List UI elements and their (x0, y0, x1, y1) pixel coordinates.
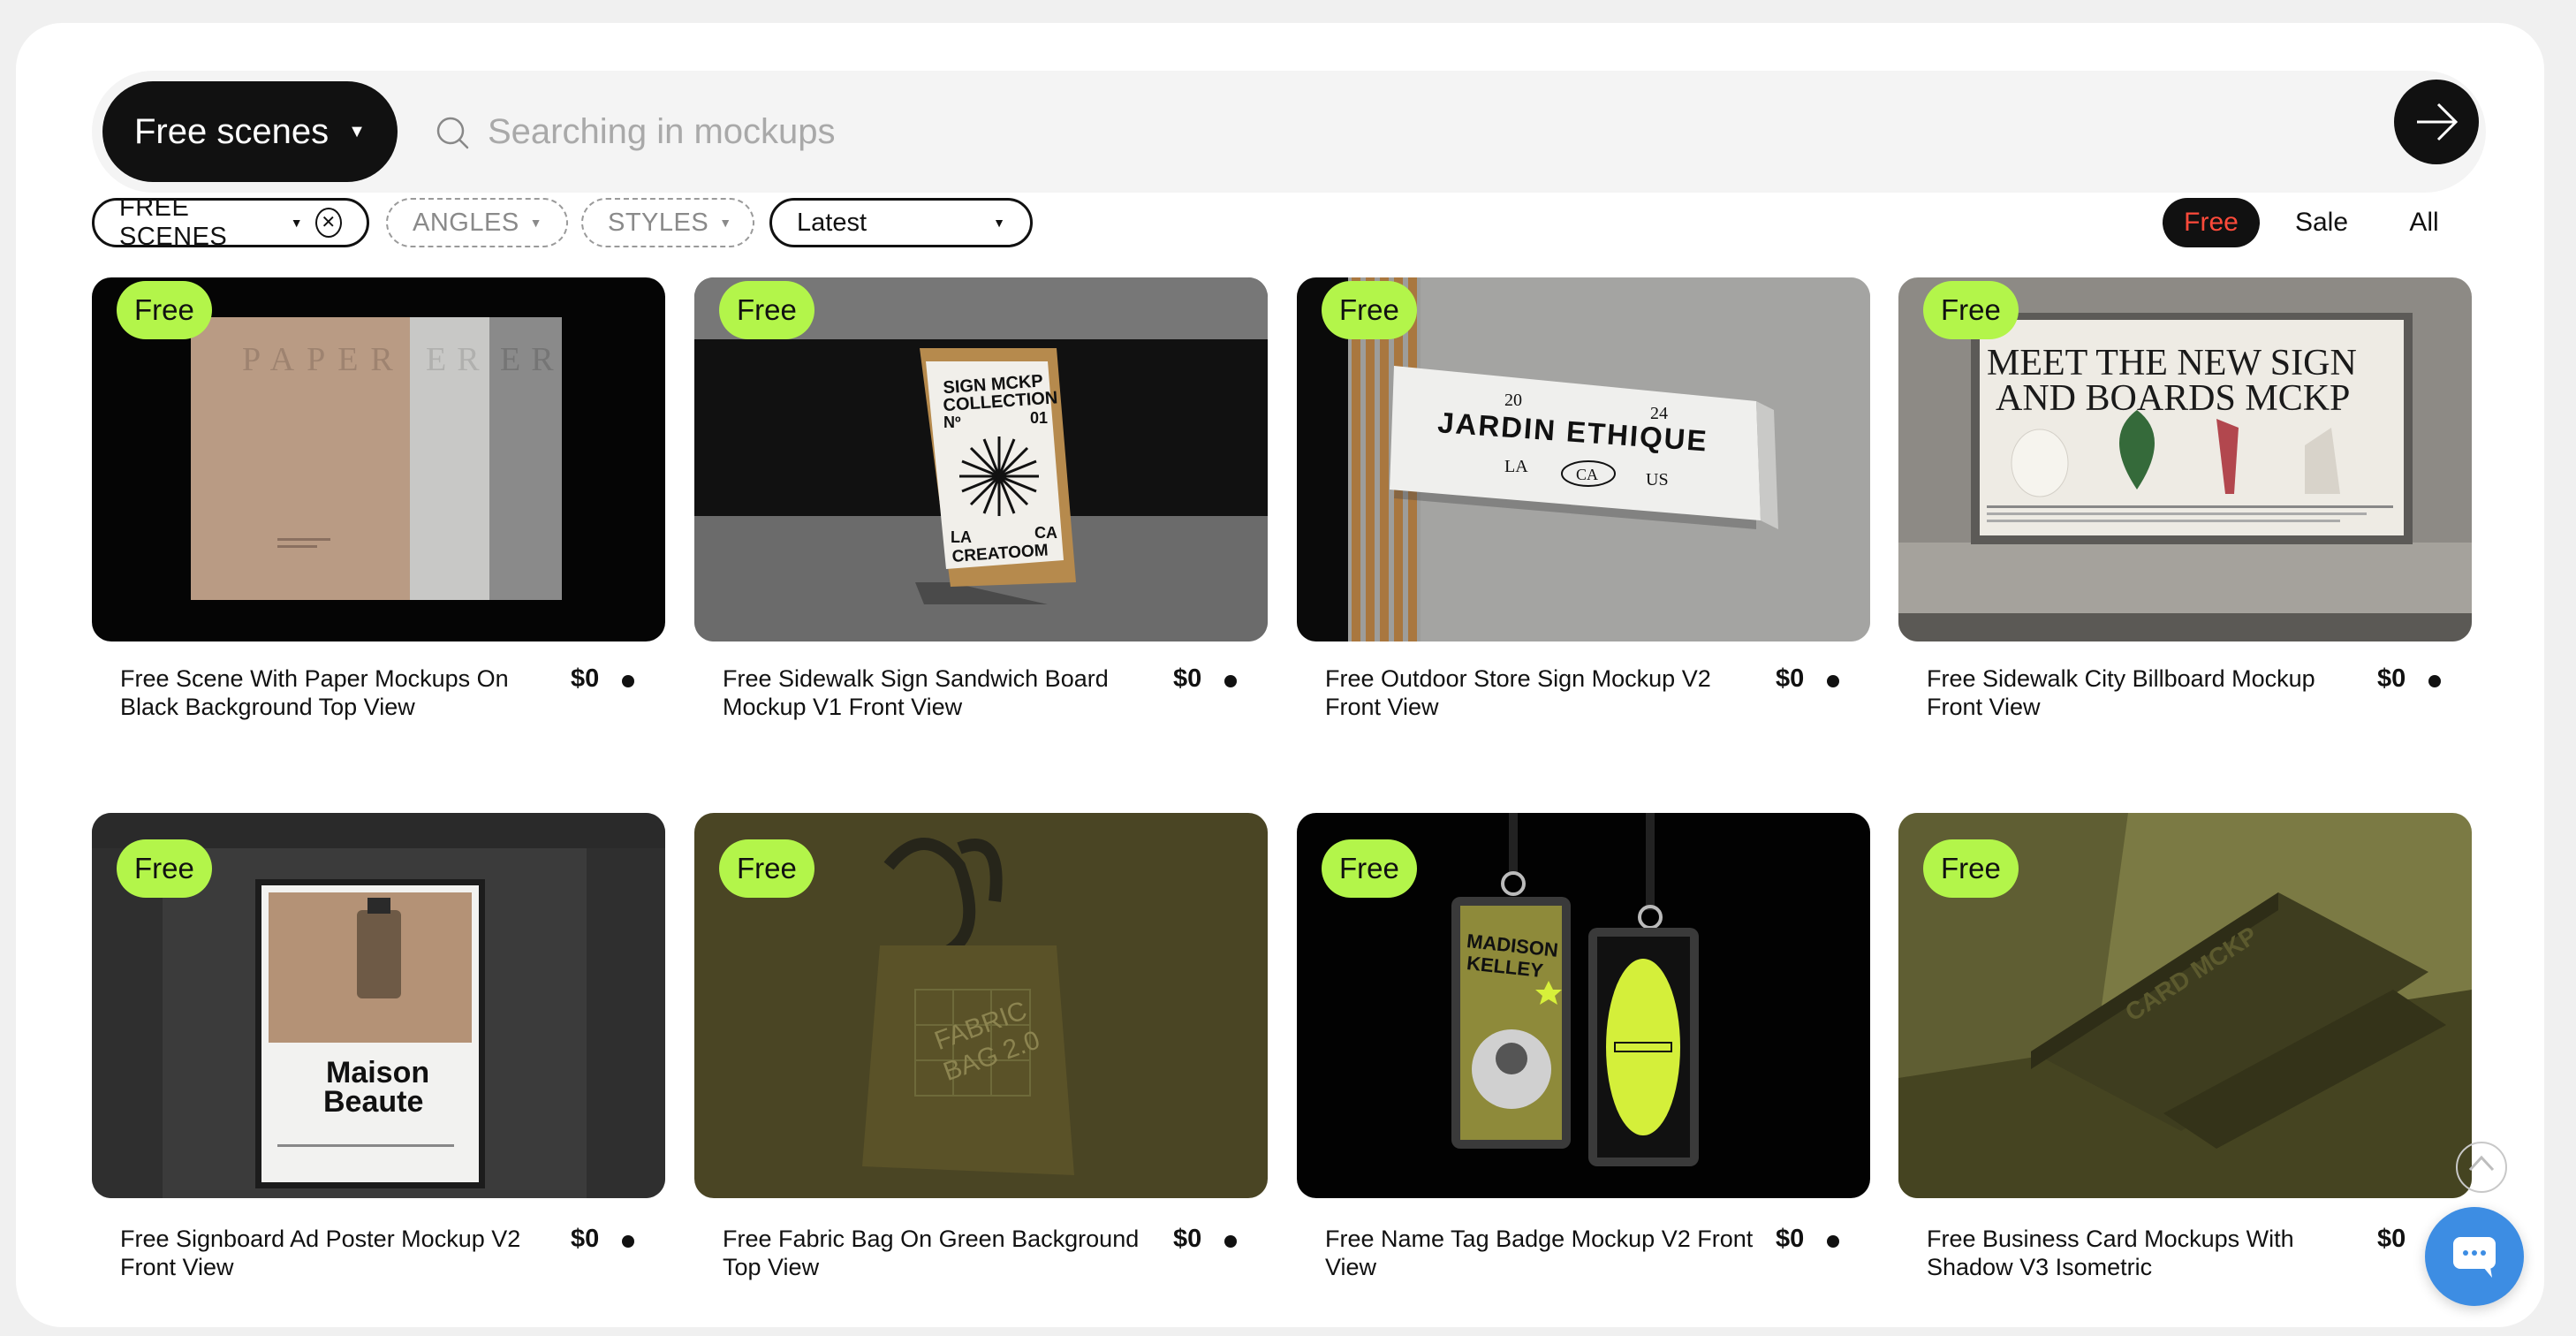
tab-sale-label: Sale (2294, 208, 2349, 237)
styles-filter-label: STYLES (608, 208, 709, 237)
styles-filter[interactable]: STYLES ▼ (581, 198, 754, 247)
tab-all-label: All (2409, 208, 2439, 237)
product-card[interactable]: FABRIC BAG 2.0 Free Free Fabric Bag On G… (694, 813, 1268, 1308)
caret-down-icon: ▼ (529, 216, 543, 230)
product-price: $0 (571, 664, 600, 693)
caret-down-icon: ▼ (290, 216, 304, 230)
clear-filter-icon[interactable]: ✕ (315, 208, 342, 238)
angles-filter[interactable]: ANGLES ▼ (386, 198, 568, 247)
angles-filter-label: ANGLES (413, 208, 519, 237)
product-title[interactable]: Free Business Card Mockups With Shadow V… (1927, 1225, 2360, 1281)
sign-text: CA (1576, 466, 1598, 483)
free-badge: Free (719, 839, 814, 898)
product-card[interactable]: Maison Beaute Free Free Signboard Ad Pos… (92, 813, 665, 1308)
paper-text: PAPER (242, 341, 405, 378)
product-thumbnail[interactable]: MADISON KELLEY Free (1297, 813, 1870, 1198)
tab-all[interactable]: All (2390, 198, 2458, 247)
search-submit-button[interactable] (2394, 80, 2479, 164)
product-thumbnail[interactable]: Maison Beaute Free (92, 813, 665, 1198)
sort-value: Latest (797, 208, 867, 237)
product-card[interactable]: CARD MCKP Free Free Business Card Mockup… (1898, 813, 2472, 1308)
chat-button[interactable] (2425, 1207, 2524, 1306)
scope-dropdown-button[interactable]: Free scenes ▼ (102, 81, 398, 182)
product-thumbnail[interactable]: CARD MCKP Free (1898, 813, 2472, 1198)
tab-free-label: Free (2184, 208, 2239, 237)
free-badge: Free (1322, 839, 1417, 898)
product-thumbnail[interactable]: FABRIC BAG 2.0 Free (694, 813, 1268, 1198)
product-thumbnail[interactable]: MEET THE NEW SIGN AND BOARDS MCKP Free (1898, 277, 2472, 641)
billboard-text: AND BOARDS MCKP (1996, 378, 2350, 419)
paper-text: ER (426, 341, 490, 378)
scroll-to-top-icon[interactable] (2454, 1140, 2509, 1195)
chat-bubble-icon (2453, 1237, 2496, 1278)
caret-down-icon: ▼ (348, 121, 366, 141)
product-price: $0 (1173, 664, 1202, 693)
product-title[interactable]: Free Name Tag Badge Mockup V2 Front View (1325, 1225, 1758, 1281)
product-title[interactable]: Free Sidewalk Sign Sandwich Board Mockup… (723, 664, 1155, 721)
free-badge: Free (117, 839, 212, 898)
product-thumbnail[interactable]: PAPER ER ER Free (92, 277, 665, 641)
sign-text: US (1646, 470, 1669, 490)
tab-free[interactable]: Free (2163, 198, 2260, 247)
product-card[interactable]: MEET THE NEW SIGN AND BOARDS MCKP Free F… (1898, 277, 2472, 737)
sign-text: Nº (943, 414, 961, 431)
status-dot-icon (1827, 675, 1839, 687)
product-title[interactable]: Free Outdoor Store Sign Mockup V2 Front … (1325, 664, 1758, 721)
free-badge: Free (117, 281, 212, 339)
sign-text: 01 (1030, 409, 1048, 427)
caret-down-icon: ▼ (993, 216, 1005, 230)
free-badge: Free (1923, 281, 2019, 339)
product-price: $0 (1173, 1225, 1202, 1253)
product-price: $0 (2377, 664, 2406, 693)
sort-select[interactable]: Latest ▼ (769, 198, 1033, 247)
status-dot-icon (2428, 675, 2441, 687)
sign-text: 20 (1504, 391, 1522, 410)
product-card[interactable]: 20 24 JARDIN ETHIQUE LA CA US Free Free … (1297, 277, 1870, 737)
product-title[interactable]: Free Sidewalk City Billboard Mockup Fron… (1927, 664, 2360, 721)
product-price: $0 (2377, 1225, 2406, 1253)
product-thumbnail[interactable]: SIGN MCKP COLLECTION Nº 01 LA CA CREATOO… (694, 277, 1268, 641)
product-price: $0 (1776, 664, 1805, 693)
sign-text: CA (1034, 524, 1057, 542)
product-price: $0 (1776, 1225, 1805, 1253)
tab-sale[interactable]: Sale (2283, 198, 2360, 247)
status-dot-icon (1224, 675, 1237, 687)
search-input[interactable] (488, 92, 2343, 171)
category-filter-label: FREE SCENES (119, 194, 228, 251)
category-filter[interactable]: FREE SCENES ▼ ✕ (92, 194, 369, 251)
main-panel: Free scenes ▼ FREE SCENES ▼ ✕ ANGLES ▼ S… (16, 23, 2544, 1327)
search-bar: Free scenes ▼ (92, 71, 2486, 193)
sign-text: LA (951, 528, 972, 546)
search-icon (436, 117, 469, 149)
sign-text: LA (1504, 457, 1528, 476)
paper-text: ER (500, 341, 564, 378)
product-title[interactable]: Free Signboard Ad Poster Mockup V2 Front… (120, 1225, 553, 1281)
product-thumbnail[interactable]: 20 24 JARDIN ETHIQUE LA CA US Free (1297, 277, 1870, 641)
status-dot-icon (1827, 1235, 1839, 1248)
product-title[interactable]: Free Scene With Paper Mockups On Black B… (120, 664, 553, 721)
product-card[interactable]: PAPER ER ER Free Free Scene With Paper M… (92, 277, 665, 737)
caret-down-icon: ▼ (719, 216, 732, 230)
scope-label: Free scenes (134, 111, 330, 151)
free-badge: Free (719, 281, 814, 339)
product-title[interactable]: Free Fabric Bag On Green Background Top … (723, 1225, 1155, 1281)
free-badge: Free (1923, 839, 2019, 898)
free-badge: Free (1322, 281, 1417, 339)
arrow-right-icon (2417, 102, 2459, 141)
product-card[interactable]: SIGN MCKP COLLECTION Nº 01 LA CA CREATOO… (694, 277, 1268, 737)
status-dot-icon (622, 675, 634, 687)
product-price: $0 (571, 1225, 600, 1253)
product-card[interactable]: MADISON KELLEY Free Free Name Tag Badge … (1297, 813, 1870, 1308)
status-dot-icon (1224, 1235, 1237, 1248)
status-dot-icon (622, 1235, 634, 1248)
poster-text: Beaute (323, 1085, 423, 1119)
